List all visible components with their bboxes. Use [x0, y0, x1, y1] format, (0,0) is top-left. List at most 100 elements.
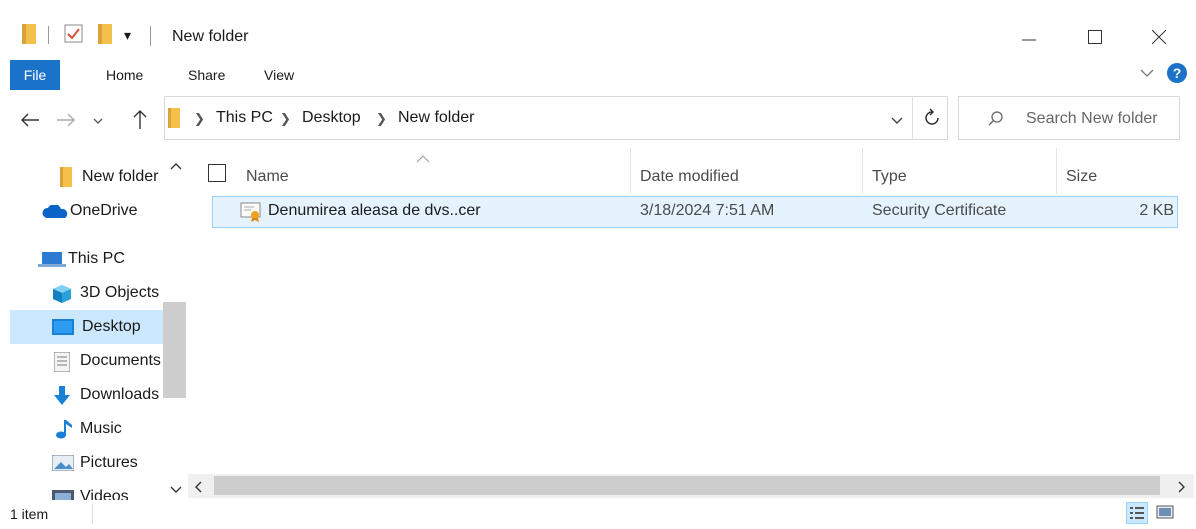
new-folder-icon[interactable] [98, 24, 112, 48]
document-icon [53, 351, 71, 377]
nav-item-label: Documents [80, 352, 161, 369]
navigation-pane: New folder OneDrive This PC 3D Objects D… [10, 150, 186, 500]
column-divider[interactable] [1056, 148, 1057, 194]
nav-item-new-folder[interactable]: New folder [10, 160, 172, 194]
details-view-button[interactable] [1126, 502, 1148, 524]
select-all-checkbox[interactable] [208, 164, 226, 182]
breadcrumb-chevron-icon[interactable]: ❯ [376, 111, 387, 127]
svg-text:?: ? [1173, 65, 1182, 81]
desktop-icon [52, 319, 74, 340]
tab-view[interactable]: View [250, 60, 308, 90]
chevron-right-icon [1178, 481, 1185, 493]
certificate-icon [240, 202, 262, 226]
minimize-icon [1022, 39, 1036, 41]
close-button[interactable] [1134, 14, 1184, 60]
chevron-down-icon [891, 117, 903, 124]
horizontal-scrollbar-thumb[interactable] [214, 476, 1160, 495]
nav-item-documents[interactable]: Documents [10, 344, 172, 378]
nav-item-label: New folder [82, 168, 159, 185]
sort-ascending-icon [416, 150, 430, 167]
download-arrow-icon [54, 386, 70, 411]
tab-home[interactable]: Home [92, 60, 157, 90]
column-divider[interactable] [862, 148, 863, 194]
scroll-left-button[interactable] [194, 480, 204, 497]
scroll-right-button[interactable] [1176, 480, 1186, 497]
close-icon [1152, 30, 1166, 44]
folder-icon [60, 167, 72, 192]
refresh-icon [925, 108, 939, 125]
breadcrumb-this-pc[interactable]: This PC [216, 109, 273, 127]
video-icon [52, 490, 74, 500]
column-header-size[interactable]: Size [1066, 160, 1097, 194]
nav-scroll-down-button[interactable] [170, 482, 182, 499]
minimize-button[interactable] [1004, 14, 1054, 60]
cube-icon [52, 284, 72, 309]
breadcrumb-chevron-icon[interactable]: ❯ [280, 111, 291, 127]
maximize-icon [1088, 30, 1102, 44]
back-button[interactable] [20, 112, 40, 132]
separator [48, 26, 49, 44]
nav-item-onedrive[interactable]: OneDrive [10, 194, 172, 228]
separator [150, 26, 151, 46]
details-view-icon [1130, 507, 1144, 519]
chevron-down-icon [170, 486, 182, 493]
nav-scrollbar-thumb[interactable] [163, 302, 186, 398]
maximize-button[interactable] [1070, 14, 1120, 60]
breadcrumb-desktop[interactable]: Desktop [302, 109, 361, 127]
refresh-button[interactable] [924, 108, 942, 132]
breadcrumb-new-folder[interactable]: New folder [398, 109, 474, 127]
nav-scroll-up-button[interactable] [170, 158, 182, 175]
column-header-date-modified[interactable]: Date modified [640, 160, 739, 194]
search-icon [988, 110, 1004, 130]
chevron-left-icon [195, 481, 202, 493]
nav-item-label: OneDrive [70, 202, 138, 219]
column-header-type[interactable]: Type [872, 160, 907, 194]
tab-file[interactable]: File [10, 60, 60, 90]
back-arrow-icon [21, 113, 39, 127]
chevron-down-icon [93, 118, 103, 124]
forward-button[interactable] [56, 112, 76, 132]
up-button[interactable] [132, 108, 148, 134]
cloud-icon [42, 204, 70, 224]
recent-locations-button[interactable] [92, 114, 104, 131]
nav-item-label: Desktop [82, 318, 141, 335]
file-size: 2 KB [1139, 202, 1174, 219]
up-arrow-icon [133, 110, 147, 129]
large-icons-view-icon [1156, 505, 1174, 519]
music-note-icon [56, 419, 72, 444]
forward-arrow-icon [57, 113, 75, 127]
nav-item-videos[interactable]: Videos [10, 480, 172, 500]
chevron-up-icon [170, 163, 182, 170]
nav-item-label: Pictures [80, 454, 138, 471]
computer-icon [38, 252, 66, 273]
nav-item-label: This PC [68, 250, 125, 267]
tab-share[interactable]: Share [174, 60, 239, 90]
search-input[interactable]: Search New folder [1026, 110, 1158, 128]
nav-item-this-pc[interactable]: This PC [10, 242, 172, 276]
help-icon[interactable]: ? [1166, 62, 1188, 88]
nav-item-label: Music [80, 420, 122, 437]
address-history-button[interactable] [890, 114, 904, 131]
nav-item-downloads[interactable]: Downloads [10, 378, 172, 412]
status-item-count: 1 item [10, 506, 49, 522]
file-type: Security Certificate [872, 202, 1007, 219]
separator [912, 97, 913, 139]
file-name: Denumirea aleasa de dvs..cer [268, 202, 481, 219]
file-date-modified: 3/18/2024 7:51 AM [640, 202, 775, 219]
separator [92, 504, 93, 524]
folder-icon [168, 108, 180, 132]
nav-item-label: Videos [80, 488, 129, 500]
nav-item-label: Downloads [80, 386, 160, 403]
customize-toolbar-icon[interactable]: ▾ [124, 27, 131, 44]
nav-item-3d-objects[interactable]: 3D Objects [10, 276, 172, 310]
large-icons-view-button[interactable] [1156, 504, 1174, 524]
nav-item-desktop[interactable]: Desktop [10, 310, 172, 344]
properties-check-icon[interactable] [64, 24, 84, 48]
breadcrumb-chevron-icon[interactable]: ❯ [194, 111, 205, 127]
nav-item-pictures[interactable]: Pictures [10, 446, 172, 480]
nav-item-music[interactable]: Music [10, 412, 172, 446]
column-divider[interactable] [630, 148, 631, 194]
expand-ribbon-icon[interactable] [1140, 66, 1154, 83]
column-header-name[interactable]: Name [246, 160, 289, 194]
picture-icon [51, 454, 75, 476]
